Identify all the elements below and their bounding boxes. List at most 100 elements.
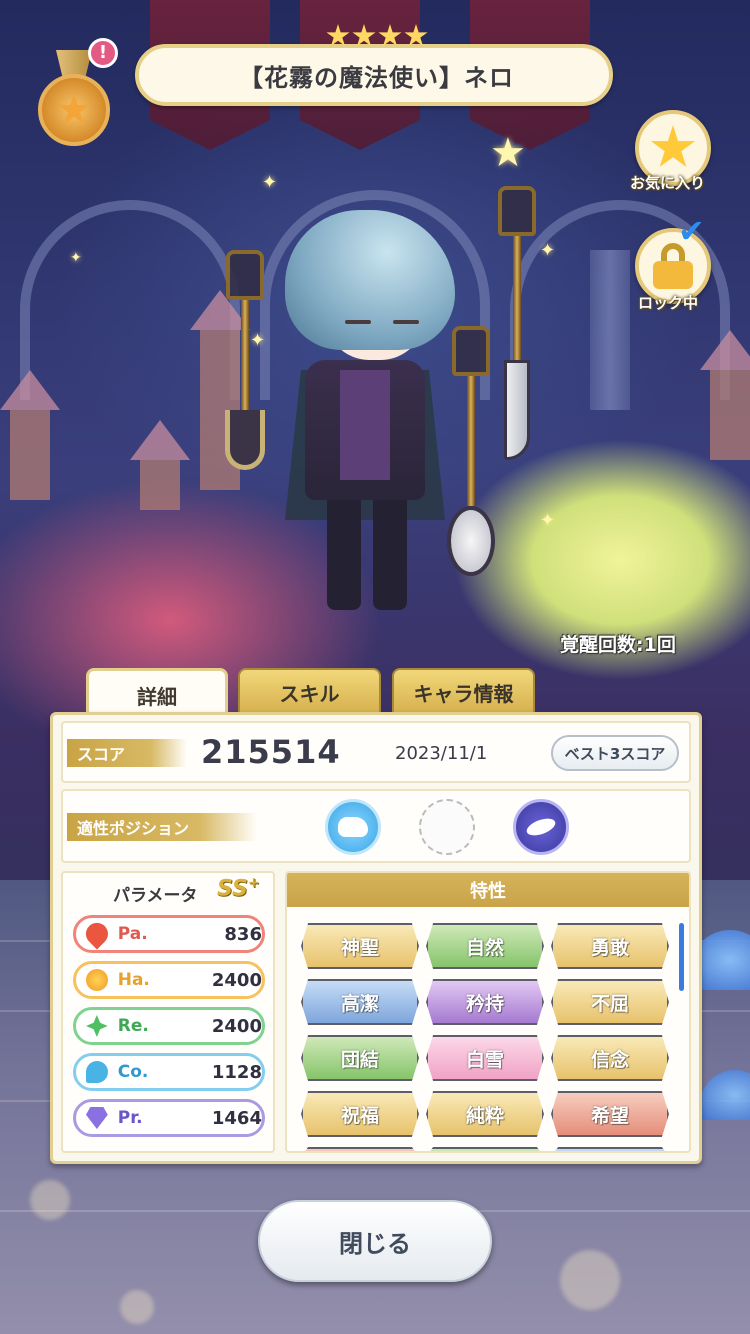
notification-badge: ! (88, 38, 118, 68)
trait-item: 高潔 (301, 979, 419, 1025)
cloud-position-icon (325, 799, 381, 855)
bokeh-light (30, 1180, 70, 1220)
tower (0, 370, 60, 500)
lock-label: ロック中 (638, 294, 699, 312)
empty-position-slot (419, 799, 475, 855)
sparkle-icon: ✦ (250, 330, 266, 351)
parameter-box: パラメータ SS+ Pa. 836 Ha. 2400 Re. 2400 Co. … (61, 871, 275, 1153)
sparkle-icon: ✦ (540, 510, 556, 531)
character-chibi (265, 210, 465, 630)
wind-icon (86, 1061, 108, 1083)
tower (700, 330, 750, 460)
parameter-ha: Ha. 2400 (73, 961, 265, 999)
trait-item: 自然 (426, 923, 544, 969)
trait-grid: 神聖 自然 勇敢 高潔 矜持 不屈 団結 白雪 信念 祝福 純粋 希望 (301, 923, 671, 1151)
position-label: 適性ポジション (67, 813, 257, 841)
trait-item: 矜持 (426, 979, 544, 1025)
fork-staff (241, 300, 249, 410)
rarity-star-icon (404, 24, 428, 46)
score-row: スコア 215514 2023/11/1 ベスト3スコア (61, 721, 691, 783)
star-icon (650, 125, 696, 167)
rarity-stars (326, 24, 428, 48)
sparkle-icon: ✦ (540, 240, 556, 261)
fire-icon (81, 918, 113, 950)
trait-item: 信念 (551, 1035, 669, 1081)
trait-item: 希望 (551, 1091, 669, 1137)
tab-chara-info[interactable]: キャラ情報 (392, 668, 535, 716)
trait-box[interactable]: 特性 神聖 自然 勇敢 高潔 矜持 不屈 団結 白雪 信念 祝福 純粋 希望 (285, 871, 691, 1153)
card-title: 【花霧の魔法使い】ネロ (239, 63, 514, 92)
character-leg (327, 500, 361, 610)
trait-item-partial (551, 1147, 669, 1151)
trait-item: 勇敢 (551, 923, 669, 969)
parameter-name: Re. (117, 1016, 149, 1036)
parameter-name: Pr. (117, 1108, 143, 1128)
trait-item: 不屈 (551, 979, 669, 1025)
bokeh-light (560, 1250, 620, 1310)
rarity-star-icon (352, 24, 376, 46)
medal-disc (38, 74, 110, 146)
spoon-staff (467, 376, 475, 506)
parameter-re: Re. 2400 (73, 1007, 265, 1045)
parameter-value: 1128 (211, 1061, 262, 1083)
fork-head (225, 410, 265, 470)
trait-item: 祝福 (301, 1091, 419, 1137)
character-hair (285, 210, 455, 350)
checkmark-icon: ✔ (678, 212, 705, 250)
awaken-count: 覚醒回数:1回 (560, 634, 676, 656)
trait-item: 純粋 (426, 1091, 544, 1137)
parameter-name: Co. (117, 1062, 149, 1082)
rarity-star-icon (326, 24, 350, 46)
parameter-pa: Pa. 836 (73, 915, 265, 953)
diamond-icon (86, 1107, 108, 1129)
parameter-value: 836 (224, 923, 262, 945)
position-row: 適性ポジション (61, 789, 691, 863)
parameter-value: 2400 (211, 1015, 262, 1037)
sparkle-icon: ✦ (70, 250, 82, 266)
close-button[interactable]: 閉じる (258, 1200, 492, 1282)
favorite-label: お気に入り (630, 174, 706, 192)
lantern (498, 186, 536, 236)
trait-item: 白雪 (426, 1035, 544, 1081)
trait-item-partial (426, 1147, 544, 1151)
character-eye (393, 320, 419, 324)
sparkle-icon: ★ (490, 130, 526, 176)
trait-scrollbar[interactable] (679, 923, 684, 991)
parameter-value: 1464 (211, 1107, 262, 1129)
score-date: 2023/11/1 (395, 743, 488, 764)
card-title-bar: 【花霧の魔法使い】ネロ (135, 44, 613, 106)
sun-icon (86, 969, 108, 991)
parameter-title: パラメータ (113, 886, 198, 906)
star-icon (57, 93, 91, 124)
pillar (590, 250, 630, 410)
knife-head (504, 360, 530, 460)
parameter-value: 2400 (211, 969, 262, 991)
spoon-head (447, 506, 495, 576)
rarity-star-icon (378, 24, 402, 46)
sparkle-icon: ✦ (262, 172, 278, 193)
score-label: スコア (67, 739, 187, 767)
knife-staff (513, 236, 521, 366)
trait-item-partial (301, 1147, 419, 1151)
clover-icon (86, 1015, 108, 1037)
trait-item: 神聖 (301, 923, 419, 969)
trait-item: 団結 (301, 1035, 419, 1081)
lantern (226, 250, 264, 300)
parameter-co: Co. 1128 (73, 1053, 265, 1091)
score-value: 215514 (201, 733, 341, 771)
tab-skill[interactable]: スキル (238, 668, 381, 716)
trait-title: 特性 (287, 873, 689, 907)
character-leg (373, 500, 407, 610)
moon-position-icon (513, 799, 569, 855)
parameter-name: Ha. (117, 970, 150, 990)
parameter-rank: SS+ (217, 875, 260, 902)
parameter-pr: Pr. 1464 (73, 1099, 265, 1137)
parameter-name: Pa. (117, 924, 148, 944)
bokeh-light (120, 1290, 154, 1324)
character-eye (345, 320, 371, 324)
lantern (452, 326, 490, 376)
tower (130, 420, 190, 510)
best3-score-button[interactable]: ベスト3スコア (551, 735, 679, 771)
character-vest (340, 370, 390, 480)
detail-panel: スコア 215514 2023/11/1 ベスト3スコア 適性ポジション パラメ… (50, 712, 702, 1164)
